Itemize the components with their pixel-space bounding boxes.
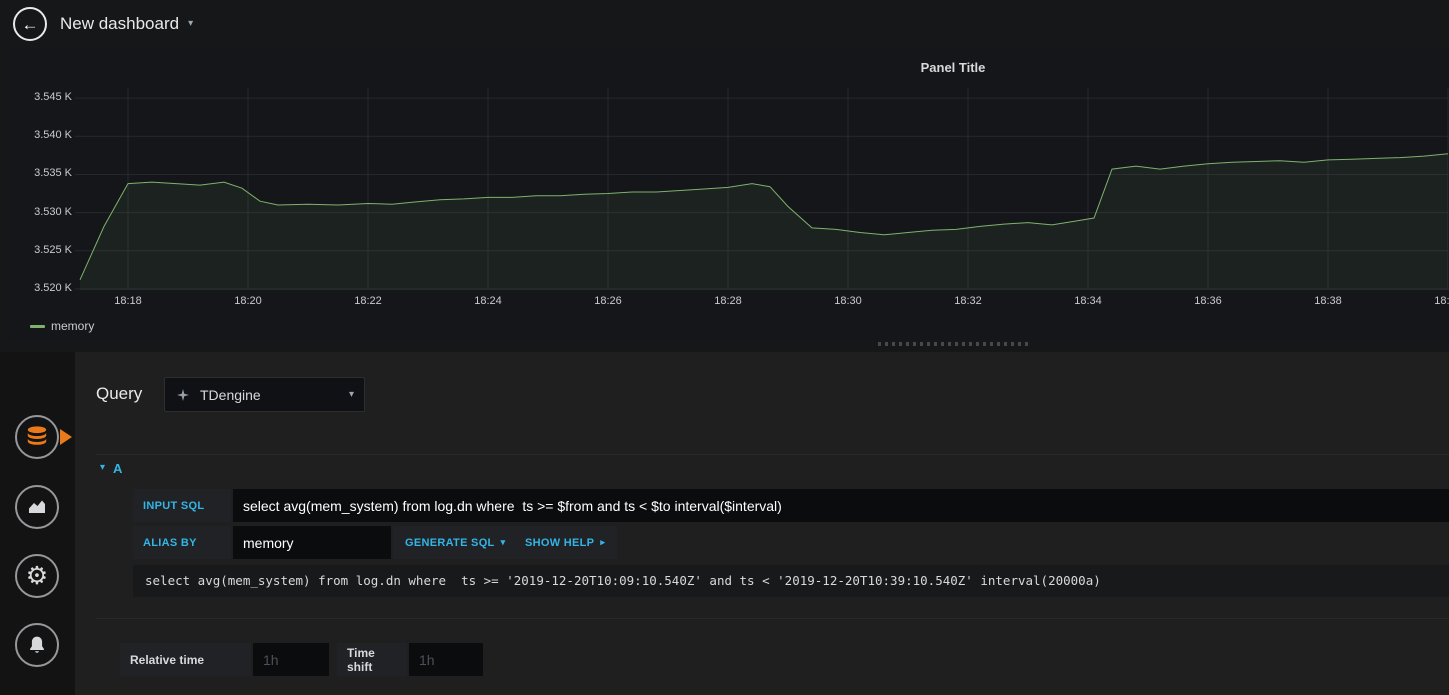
- y-axis-tick-label: 3.545 K: [34, 91, 72, 104]
- tab-general[interactable]: ⚙: [15, 554, 59, 598]
- x-axis-tick-label: 18:38: [1314, 295, 1342, 307]
- arrow-left-icon: ←: [21, 14, 39, 34]
- time-shift-label: Time shift: [337, 643, 407, 676]
- active-tab-arrow-icon: [60, 429, 72, 445]
- x-axis-tick-label: 18:24: [474, 295, 502, 307]
- relative-time-label: Relative time: [120, 643, 251, 676]
- y-axis-tick-label: 3.540 K: [34, 129, 72, 142]
- y-axis-tick-label: 3.525 K: [34, 243, 72, 256]
- tab-alert[interactable]: [15, 623, 59, 667]
- bell-icon: [30, 636, 44, 653]
- x-axis-tick-label: 18:36: [1194, 295, 1222, 307]
- caret-down-icon: ▾: [188, 18, 194, 29]
- x-axis-tick-label: 18:40: [1434, 295, 1449, 307]
- scroll-indicator[interactable]: [878, 342, 1030, 346]
- query-section-title: Query: [96, 384, 143, 403]
- legend-series-swatch[interactable]: [30, 324, 45, 328]
- caret-right-icon: ▸: [600, 537, 606, 547]
- x-axis-tick-label: 18:20: [234, 295, 262, 307]
- x-axis-tick-label: 18:26: [594, 295, 622, 307]
- top-nav: ← New dashboard ▾: [0, 0, 1449, 48]
- legend: memory: [30, 319, 94, 333]
- x-axis-tick-label: 18:28: [714, 295, 742, 307]
- tab-queries[interactable]: [15, 415, 59, 459]
- generate-sql-button-label: GENERATE SQL: [405, 536, 495, 549]
- x-axis-tick-label: 18:32: [954, 295, 982, 307]
- y-axis-tick-label: 3.530 K: [34, 205, 72, 218]
- graph-panel: Panel Title 3.545 K 3.540 K 3.535 K 3.530 K…: [10, 48, 1449, 340]
- alias-by-label: ALIAS BY: [133, 526, 231, 559]
- caret-down-icon: ▾: [500, 537, 506, 547]
- legend-series-label[interactable]: memory: [51, 319, 94, 333]
- chart-icon: [29, 500, 45, 513]
- relative-time-field[interactable]: [253, 643, 329, 676]
- show-help-button[interactable]: SHOW HELP ▸: [513, 526, 618, 559]
- query-ref-id: A: [113, 460, 123, 476]
- tab-visualization[interactable]: [15, 485, 59, 529]
- datasource-name: TDengine: [200, 386, 261, 403]
- caret-down-icon: ▾: [348, 388, 354, 400]
- collapse-icon: ▾: [100, 462, 106, 473]
- x-axis-tick-label: 18:22: [354, 295, 382, 307]
- y-axis-tick-label: 3.535 K: [34, 167, 72, 180]
- database-icon: [27, 426, 47, 445]
- alias-by-field[interactable]: [233, 526, 391, 559]
- input-sql-field[interactable]: [233, 489, 1449, 522]
- generated-sql-preview: select avg(mem_system) from log.dn where…: [133, 565, 1449, 597]
- time-series-plot: [75, 88, 1449, 290]
- x-axis-tick-label: 18:18: [114, 295, 142, 307]
- back-button[interactable]: ←: [13, 7, 47, 41]
- y-axis-tick-label: 3.520 K: [34, 282, 72, 294]
- show-help-button-label: SHOW HELP: [525, 536, 595, 549]
- generate-sql-button[interactable]: GENERATE SQL ▾: [393, 526, 518, 559]
- datasource-picker[interactable]: TDengine ▾: [164, 377, 365, 412]
- dashboard-title: New dashboard: [60, 14, 180, 33]
- query-row-header[interactable]: ▾ A: [96, 454, 1449, 481]
- input-sql-label: INPUT SQL: [133, 489, 231, 522]
- time-shift-field[interactable]: [409, 643, 483, 676]
- x-axis-tick-label: 18:34: [1074, 295, 1102, 307]
- section-divider: [96, 618, 1449, 619]
- gear-icon: ⚙: [25, 561, 49, 590]
- grafana-dashboard-screen: ← New dashboard ▾ Panel Title 3.545 K 3.5…: [0, 0, 1449, 695]
- panel-title[interactable]: Panel Title: [921, 60, 986, 75]
- x-axis-tick-label: 18:30: [834, 295, 862, 307]
- tdengine-logo-icon: [177, 388, 189, 401]
- dashboard-title-dropdown[interactable]: New dashboard ▾: [60, 0, 193, 48]
